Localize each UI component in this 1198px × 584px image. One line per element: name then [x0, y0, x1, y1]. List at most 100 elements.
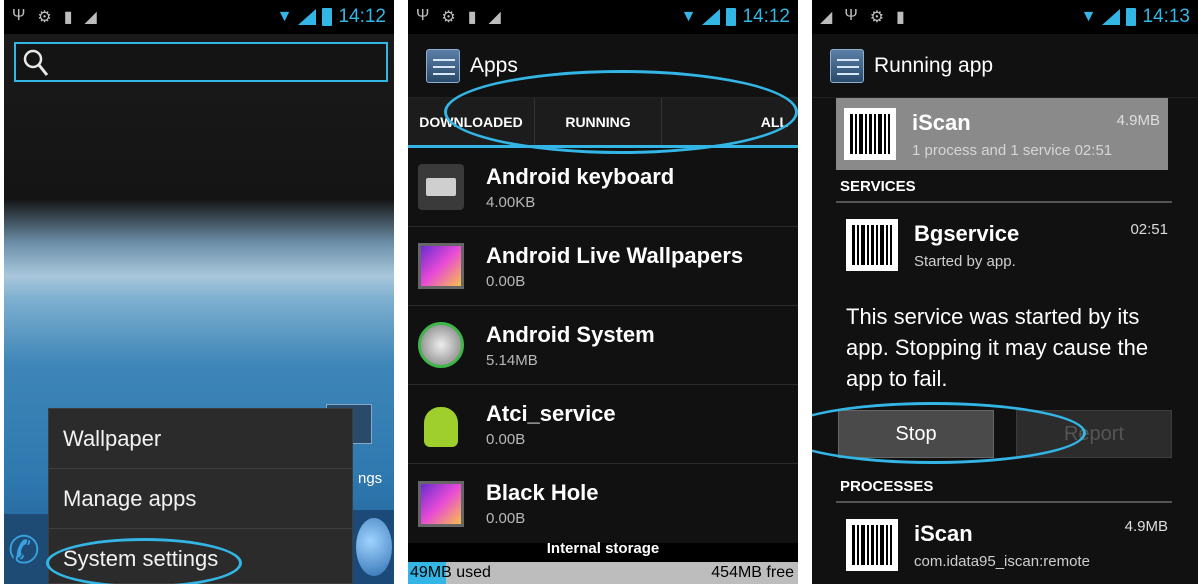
- image-icon: ◢: [84, 9, 97, 26]
- menu-item-wallpaper[interactable]: Wallpaper: [49, 409, 352, 469]
- service-description: This service was started by its app. Sto…: [846, 304, 1149, 391]
- storage-indicator: Internal storage 49MB used 454MB free: [408, 540, 798, 584]
- app-sub: 1 process and 1 service: [912, 141, 1071, 159]
- running-app-screen: ◢ Ψ ⚙ ▮ ▼ 14:13 Running app iScan 1 proc…: [812, 0, 1198, 584]
- app-name: Android Live Wallpapers: [486, 242, 744, 268]
- app-name: iScan: [912, 109, 971, 135]
- menu-item-system-settings[interactable]: System settings: [49, 529, 352, 584]
- stop-button[interactable]: Stop: [838, 410, 994, 458]
- app-size: 0.00B: [486, 510, 526, 527]
- app-name: Atci_service: [486, 400, 616, 426]
- android-debug-icon: ⚙: [37, 9, 52, 26]
- app-summary: 1 process and 1 service 02:51: [912, 142, 1112, 159]
- list-item[interactable]: Android Live Wallpapers 0.00B: [408, 227, 798, 306]
- report-button[interactable]: Report: [1016, 410, 1172, 458]
- storage-bar: 49MB used 454MB free: [408, 562, 798, 584]
- battery-icon: [726, 8, 737, 26]
- wifi-icon: ▼: [1080, 8, 1097, 25]
- barcode-icon: ▮: [63, 9, 73, 26]
- tab-all[interactable]: ALL: [662, 98, 798, 145]
- action-bar: Running app: [812, 34, 1198, 98]
- browser-icon[interactable]: [356, 518, 392, 576]
- process-name: iScan: [914, 520, 973, 546]
- process-sub: com.idata95_iscan:remote: [914, 552, 1090, 570]
- live-wallpaper-icon: [418, 243, 464, 289]
- apps-screen: Ψ ⚙ ▮ ◢ ▼ 14:12 Apps DOWNLOADED RUNNING …: [408, 0, 798, 584]
- live-wallpaper-icon: [418, 480, 464, 527]
- keyboard-icon: [418, 164, 464, 210]
- service-row: Bgservice Started by app. 02:51: [812, 203, 1198, 287]
- search-icon: [23, 49, 49, 76]
- tab-bar: DOWNLOADED RUNNING ALL: [408, 98, 798, 148]
- tab-running[interactable]: RUNNING: [535, 98, 662, 145]
- status-bar: Ψ ⚙ ▮ ◢ ▼ 14:12: [408, 0, 798, 34]
- service-sub: Started by app.: [914, 252, 1016, 270]
- tab-downloaded[interactable]: DOWNLOADED: [408, 98, 535, 145]
- image-icon: ◢: [488, 9, 501, 26]
- battery-icon: [322, 8, 333, 26]
- clock: 14:12: [338, 6, 386, 27]
- list-item[interactable]: Black Hole 0.00B: [408, 464, 798, 543]
- barcode-icon: [844, 108, 896, 160]
- barcode-icon: ▮: [467, 9, 477, 26]
- page-title: Running app: [874, 53, 994, 77]
- app-name: Android System: [486, 321, 655, 347]
- signal-icon: [702, 9, 721, 25]
- barcode-icon: [846, 519, 898, 571]
- app-name: Black Hole: [486, 480, 599, 505]
- usb-icon: Ψ: [844, 7, 858, 24]
- app-name: Android keyboard: [486, 163, 675, 189]
- list-item[interactable]: Android System 5.14MB: [408, 306, 798, 385]
- processes-header: PROCESSES: [836, 470, 1172, 503]
- barcode-icon: [846, 219, 898, 271]
- service-name: Bgservice: [914, 220, 1020, 246]
- image-icon: ◢: [820, 9, 833, 26]
- settings-shortcut-label: ngs: [358, 470, 383, 487]
- clock: 14:13: [1142, 6, 1190, 27]
- status-bar: Ψ ⚙ ▮ ◢ ▼ 14:12: [4, 0, 394, 34]
- services-header: SERVICES: [836, 170, 1172, 203]
- process-size: 4.9MB: [1124, 518, 1168, 535]
- app-size: 0.00B: [486, 430, 526, 448]
- options-menu: Wallpaper Manage apps System settings: [48, 408, 353, 584]
- search-bar[interactable]: [14, 42, 388, 82]
- android-robot-icon: [418, 401, 464, 447]
- status-bar: ◢ Ψ ⚙ ▮ ▼ 14:13: [812, 0, 1198, 34]
- usb-icon: Ψ: [12, 7, 26, 24]
- service-time: 02:51: [1130, 221, 1168, 238]
- app-size: 0.00B: [486, 272, 526, 290]
- app-size: 4.00KB: [486, 193, 536, 211]
- notification-icons: Ψ ⚙ ▮ ◢: [12, 7, 97, 27]
- notification-icons: ◢ Ψ ⚙ ▮: [820, 7, 905, 27]
- wifi-icon: ▼: [276, 8, 293, 25]
- settings-icon[interactable]: [830, 48, 864, 83]
- notification-icons: Ψ ⚙ ▮ ◢: [416, 7, 501, 27]
- signal-icon: [298, 9, 317, 25]
- clock: 14:12: [742, 6, 790, 27]
- app-header-row: iScan 1 process and 1 service 02:51 4.9M…: [836, 98, 1168, 170]
- barcode-icon: ▮: [896, 9, 905, 26]
- menu-item-manage-apps[interactable]: Manage apps: [49, 469, 352, 529]
- android-system-icon: [418, 322, 464, 368]
- app-list: Android keyboard 4.00KB Android Live Wall…: [408, 148, 798, 543]
- settings-icon[interactable]: [426, 48, 460, 83]
- battery-icon: [1126, 8, 1137, 26]
- app-size: 5.14MB: [486, 351, 538, 369]
- app-time: 02:51: [1074, 141, 1113, 159]
- storage-used-text: 49MB used: [410, 564, 491, 581]
- android-debug-icon: ⚙: [869, 9, 885, 26]
- list-item[interactable]: Atci_service 0.00B: [408, 385, 798, 464]
- page-title: Apps: [470, 53, 518, 77]
- app-size: 4.9MB: [1116, 112, 1160, 129]
- usb-icon: Ψ: [416, 7, 430, 24]
- action-bar: Apps: [408, 34, 798, 98]
- home-screen: Ψ ⚙ ▮ ◢ ▼ 14:12 ngs ✆ Wallpaper Manage a…: [4, 0, 394, 584]
- storage-label: Internal storage: [546, 540, 660, 557]
- storage-free-text: 454MB free: [711, 564, 794, 581]
- wifi-icon: ▼: [680, 8, 697, 25]
- signal-icon: [1102, 9, 1121, 25]
- process-row: iScan com.idata95_iscan:remote 4.9MB: [812, 506, 1198, 584]
- list-item[interactable]: Android keyboard 4.00KB: [408, 148, 798, 227]
- phone-icon[interactable]: ✆: [8, 528, 40, 573]
- android-debug-icon: ⚙: [441, 9, 456, 26]
